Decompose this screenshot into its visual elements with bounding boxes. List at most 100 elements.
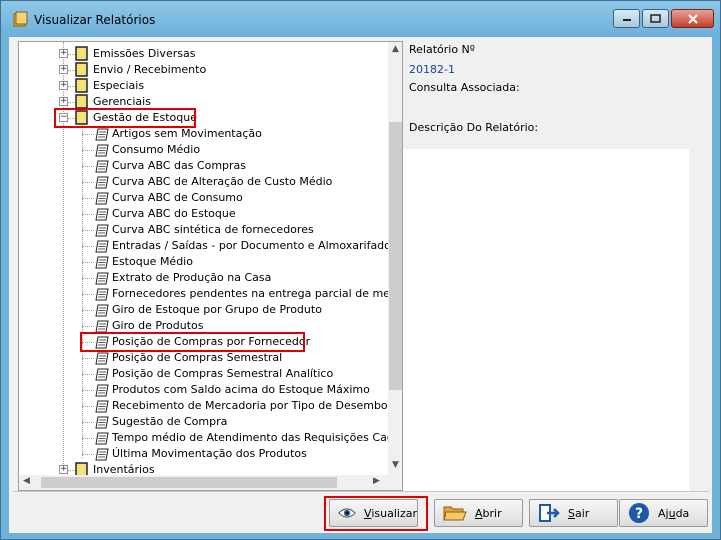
tree-report-item[interactable]: Posição de Compras Semestral (19, 350, 388, 366)
tree-report-label: Curva ABC do Estoque (112, 207, 236, 220)
tree-folder-envio[interactable]: + Envio / Recebimento (19, 62, 388, 78)
tree-line (82, 294, 94, 295)
report-icon (95, 144, 109, 157)
report-icon (95, 176, 109, 189)
scroll-right-icon[interactable]: ▶ (373, 476, 380, 486)
tree-report-label: Curva ABC das Compras (112, 159, 247, 172)
tree-folder-especiais[interactable]: + Especiais (19, 78, 388, 94)
expand-icon[interactable]: + (59, 81, 68, 90)
tree-line (82, 134, 94, 135)
scroll-down-icon[interactable]: ▼ (392, 460, 399, 470)
tree-line (82, 150, 94, 151)
tree-report-item[interactable]: Curva ABC sintética de fornecedores (19, 222, 388, 238)
tree-report-item[interactable]: Tempo médio de Atendimento das Requisiçõ… (19, 430, 388, 446)
tree-report-label: Entradas / Saídas - por Documento e Almo… (112, 239, 388, 252)
maximize-button[interactable] (642, 9, 669, 28)
report-number-label: Relatório Nº (409, 43, 475, 56)
report-icon (95, 432, 109, 445)
tree-folder-emissoes[interactable]: + Emissões Diversas (19, 46, 388, 62)
tree-report-item[interactable]: Última Movimentação dos Produtos (19, 446, 388, 462)
minimize-icon (622, 18, 631, 21)
tree-line (82, 422, 94, 423)
tree-report-item[interactable]: Fornecedores pendentes na entrega parcia… (19, 286, 388, 302)
tree-report-item[interactable]: Curva ABC das Compras (19, 158, 388, 174)
folder-icon (75, 62, 88, 77)
description-box[interactable] (403, 149, 689, 491)
tree-line (82, 166, 94, 167)
tree-report-item[interactable]: Extrato de Produção na Casa (19, 270, 388, 286)
app-icon (13, 11, 28, 27)
tree-folder-label: Inventários (93, 463, 155, 475)
tree-report-item[interactable]: Giro de Estoque por Grupo de Produto (19, 302, 388, 318)
tree-line (82, 182, 94, 183)
tree-report-item[interactable]: Estoque Médio (19, 254, 388, 270)
consulta-label: Consulta Associada: (409, 81, 520, 94)
exit-icon (539, 504, 560, 522)
tree-report-label: Recebimento de Mercadoria por Tipo de De… (112, 399, 388, 412)
tree-report-item[interactable]: Curva ABC de Alteração de Custo Médio (19, 174, 388, 190)
abrir-button[interactable]: Abrir (434, 499, 523, 527)
expand-icon[interactable]: + (59, 65, 68, 74)
tree-report-label: Fornecedores pendentes na entrega parcia… (112, 287, 388, 300)
tree-report-item[interactable]: Curva ABC de Consumo (19, 190, 388, 206)
ajuda-button[interactable]: ? Ajuda (619, 499, 708, 527)
tree-line (82, 246, 94, 247)
report-viewer-window: Visualizar Relatórios + Emissões Diversa… (0, 0, 721, 540)
tree-folder-label: Emissões Diversas (93, 47, 196, 60)
report-number-value: 20182-1 (409, 63, 455, 76)
tree-report-item[interactable]: Produtos com Saldo acima do Estoque Máxi… (19, 382, 388, 398)
label-part: Aj (658, 506, 669, 520)
tree-report-item[interactable]: Artigos sem Movimentação (19, 126, 388, 142)
tree-line (82, 198, 94, 199)
tree-line (82, 406, 94, 407)
folder-icon (75, 46, 88, 61)
horizontal-scrollbar[interactable]: ◀ ▶ (19, 475, 388, 490)
report-icon (95, 128, 109, 141)
expand-icon[interactable]: + (59, 465, 68, 474)
report-icon (95, 416, 109, 429)
report-icon (95, 240, 109, 253)
sair-button[interactable]: Sair (529, 499, 618, 527)
ajuda-label: Ajuda (658, 507, 689, 520)
tree-line (82, 326, 94, 327)
minimize-button[interactable] (613, 9, 640, 28)
scroll-up-icon[interactable]: ▲ (392, 44, 399, 54)
report-tree[interactable]: + Emissões Diversas + Envio / Recebiment… (18, 41, 403, 491)
tree-report-item[interactable]: Sugestão de Compra (19, 414, 388, 430)
tree-report-label: Sugestão de Compra (112, 415, 228, 428)
tree-report-label: Curva ABC de Alteração de Custo Médio (112, 175, 333, 188)
tree-report-label: Extrato de Produção na Casa (112, 271, 272, 284)
report-icon (95, 384, 109, 397)
tree-report-item[interactable]: Posição de Compras Semestral Analítico (19, 366, 388, 382)
tree-report-label: Giro de Estoque por Grupo de Produto (112, 303, 322, 316)
tree-report-label: Estoque Médio (112, 255, 193, 268)
tree-report-item[interactable]: Entradas / Saídas - por Documento e Almo… (19, 238, 388, 254)
vertical-scrollbar[interactable]: ▲ ▼ (388, 42, 402, 475)
highlight-selected-report (80, 332, 305, 352)
help-icon: ? (629, 503, 649, 523)
tree-report-label: Curva ABC sintética de fornecedores (112, 223, 314, 236)
scroll-left-icon[interactable]: ◀ (23, 476, 30, 486)
client-area: + Emissões Diversas + Envio / Recebiment… (9, 37, 712, 533)
title-bar[interactable]: Visualizar Relatórios (1, 1, 720, 37)
close-button[interactable] (671, 9, 714, 28)
tree-report-item[interactable]: Curva ABC do Estoque (19, 206, 388, 222)
tree-folder-inventarios[interactable]: + Inventários (19, 462, 388, 475)
expand-icon[interactable]: + (59, 49, 68, 58)
report-icon (95, 304, 109, 317)
vertical-scroll-thumb[interactable] (389, 122, 402, 390)
tree-line (82, 310, 94, 311)
folder-icon (75, 462, 88, 475)
folder-icon (75, 94, 88, 109)
horizontal-scroll-thumb[interactable] (41, 477, 337, 488)
expand-icon[interactable]: + (59, 97, 68, 106)
tree-line (82, 358, 94, 359)
tree-report-item[interactable]: Consumo Médio (19, 142, 388, 158)
sair-label: Sair (568, 507, 589, 520)
tree-report-label: Consumo Médio (112, 143, 201, 156)
tree-report-item[interactable]: Recebimento de Mercadoria por Tipo de De… (19, 398, 388, 414)
tree-line (82, 374, 94, 375)
tree-folder-label: Especiais (93, 79, 145, 92)
tree-line (82, 390, 94, 391)
label-accel: A (475, 506, 483, 520)
